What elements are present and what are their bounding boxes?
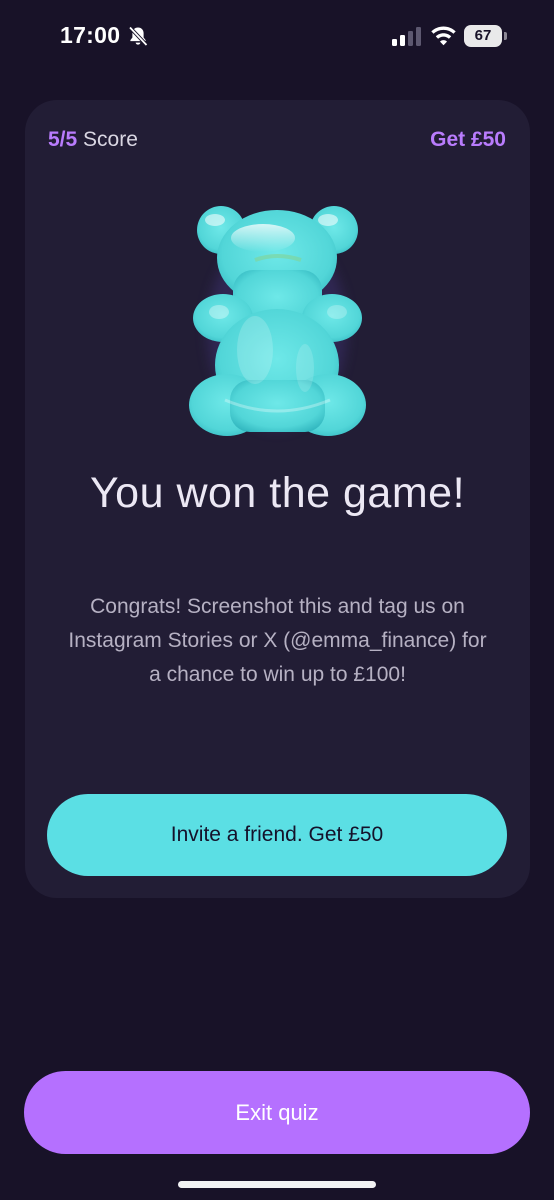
gummy-bear-illustration <box>189 206 366 436</box>
score-indicator: 5/5 Score <box>48 128 138 152</box>
score-value: 5/5 <box>48 128 78 151</box>
score-label: Score <box>83 128 138 151</box>
home-indicator[interactable] <box>178 1181 376 1188</box>
invite-friend-button[interactable]: Invite a friend. Get £50 <box>47 794 507 876</box>
cellular-signal-icon <box>392 27 421 46</box>
get-reward-link[interactable]: Get £50 <box>430 128 506 152</box>
result-title: You won the game! <box>89 469 466 517</box>
bell-slash-icon <box>128 26 148 47</box>
result-message: Congrats! Screenshot this and tag us on … <box>68 595 487 686</box>
battery-tip <box>504 32 507 40</box>
status-time: 17:00 <box>60 22 121 48</box>
battery-level: 67 <box>474 27 492 44</box>
exit-quiz-button[interactable]: Exit quiz <box>24 1071 530 1154</box>
battery-icon: 67 <box>464 25 508 47</box>
wifi-icon <box>431 26 456 46</box>
status-bar: 17:00 67 <box>0 0 554 80</box>
quiz-result-screen: 17:00 67 5/5 Score Get £50 You won the g… <box>0 0 554 1200</box>
result-card: 5/5 Score Get £50 You won the game! Cong… <box>25 100 530 898</box>
